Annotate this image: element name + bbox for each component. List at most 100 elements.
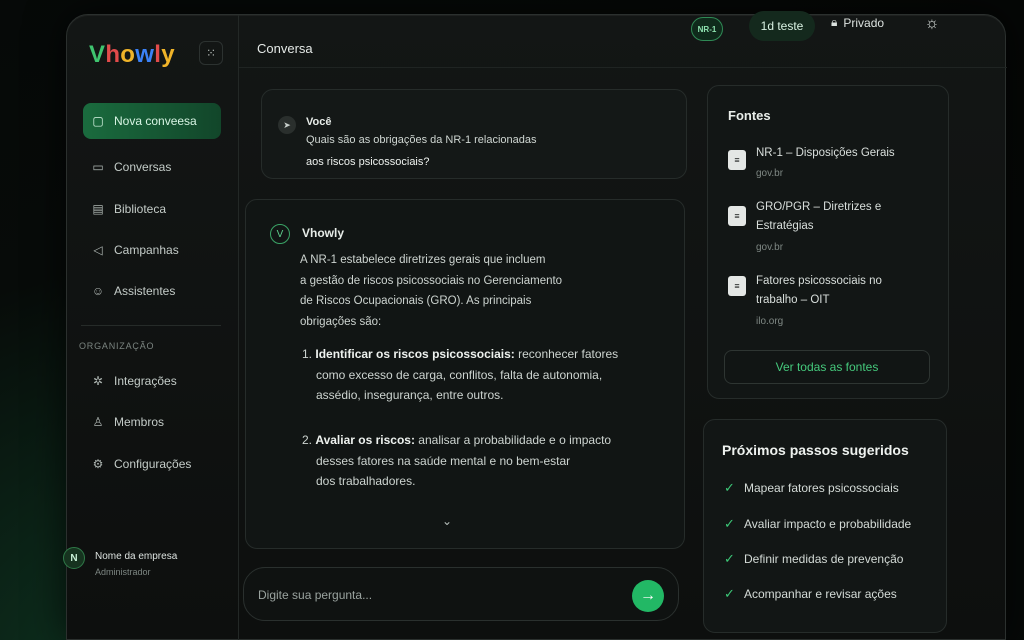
source-title-line: GRO/PGR – Diretrizes e — [756, 201, 882, 213]
sidebar-item-assistants[interactable]: ☺ Assistentes — [83, 273, 221, 309]
source-link[interactable]: Fatores psicossociais no trabalho – OIT — [756, 272, 936, 310]
list-item-line: como excesso de carga, conflitos, falta … — [316, 367, 603, 382]
next-step-item[interactable]: ✓ Definir medidas de prevenção — [724, 551, 903, 567]
collapse-sidebar-button[interactable]: ⁙ — [199, 41, 223, 65]
source-title-line: Estratégias — [756, 220, 814, 232]
next-step-label: Mapear fatores psicossociais — [744, 481, 899, 495]
logo-letter: y — [161, 41, 175, 68]
source-link[interactable]: GRO/PGR – Diretrizes e Estratégias — [756, 198, 936, 236]
list-number: 1. — [302, 347, 313, 361]
sidebar: Vhowly ⁙ ▢ Nova conveesa ▭ Conversas ▤ B… — [63, 15, 239, 640]
next-step-item[interactable]: ✓ Mapear fatores psicossociais — [724, 480, 899, 496]
sidebar-item-campaigns[interactable]: ◁ Campanhas — [83, 232, 221, 268]
document-icon: ▤ — [92, 202, 104, 216]
message-body: A NR-1 estabelece diretrizes gerais que … — [300, 250, 600, 332]
next-steps-panel: Próximos passos sugeridos ✓ Mapear fator… — [703, 419, 947, 633]
source-link[interactable]: NR-1 – Disposições Gerais — [756, 144, 936, 163]
message-author: Você — [306, 116, 332, 128]
logo-letter: V — [89, 41, 106, 68]
source-title-line: Fatores psicossociais no — [756, 275, 882, 287]
source-domain: gov.br — [756, 168, 784, 179]
sidebar-item-label: Assistentes — [114, 284, 176, 298]
document-icon: ≡ — [728, 150, 746, 170]
source-domain: gov.br — [756, 242, 784, 253]
sidebar-item-label: Campanhas — [114, 243, 179, 257]
assistant-icon: ☺ — [91, 284, 105, 298]
settings-icon: ⚙ — [92, 457, 104, 471]
sidebar-item-settings[interactable]: ⚙ Configurações — [83, 446, 221, 482]
privacy-toggle[interactable]: 🔒︎ Privado — [831, 15, 884, 30]
next-step-label: Avaliar impacto e probabilidade — [744, 517, 912, 531]
check-icon: ✓ — [724, 516, 735, 531]
theme-toggle-sun-icon[interactable]: ☼ — [919, 11, 945, 37]
check-icon: ✓ — [724, 586, 735, 601]
next-step-label: Acompanhar e revisar ações — [744, 587, 897, 601]
list-item: 1. Identificar os riscos psicossociais: … — [302, 344, 642, 406]
header-divider — [239, 67, 1007, 68]
page-title: Conversa — [257, 41, 313, 56]
assistant-message-card: V Vhowly A NR-1 estabelece diretrizes ge… — [245, 199, 685, 549]
logo-letter: l — [154, 41, 162, 68]
list-item-heading: Identificar os riscos psicossociais: — [315, 347, 515, 361]
next-step-item[interactable]: ✓ Avaliar impacto e probabilidade — [724, 516, 911, 532]
sidebar-item-label: Membros — [114, 415, 165, 429]
sidebar-item-conversations[interactable]: ▭ Conversas — [83, 149, 221, 185]
arrow-right-icon: → — [640, 587, 656, 604]
trial-pill[interactable]: 1d teste — [749, 11, 815, 41]
logo-letter: o — [120, 41, 136, 68]
list-item-line: desses fatores na saúde mental e no bem-… — [316, 453, 571, 468]
section-label-organization: ORGANIZAÇÃO — [79, 341, 155, 351]
list-item-text: reconhecer fatores — [514, 347, 619, 361]
sidebar-item-library[interactable]: ▤ Biblioteca — [83, 191, 221, 227]
user-role: Administrador — [95, 567, 151, 577]
vhowly-logo-icon: V — [270, 224, 290, 244]
message-text-line: a gestão de riscos psicossociais no Gere… — [300, 274, 563, 287]
nr1-badge[interactable]: NR-1 — [691, 17, 723, 41]
lock-icon: 🔒︎ — [831, 15, 838, 29]
sidebar-item-label: Nova conveesa — [114, 114, 197, 128]
list-item-line: 1. Identificar os riscos psicossociais: … — [302, 344, 642, 365]
send-arrow-icon: ➤ — [278, 116, 296, 134]
chat-input[interactable] — [258, 584, 618, 606]
logo: Vhowly — [89, 41, 175, 69]
source-domain: ilo.org — [756, 316, 784, 327]
sidebar-item-integrations[interactable]: ✲ Integrações — [83, 363, 221, 399]
view-all-sources-button[interactable]: Ver todas as fontes — [724, 350, 930, 384]
avatar[interactable]: N — [63, 547, 85, 569]
message-text-line: obrigações são: — [300, 315, 382, 328]
chat-icon: ▭ — [92, 160, 104, 174]
next-step-item[interactable]: ✓ Acompanhar e revisar ações — [724, 586, 897, 602]
chat-input-container: → — [243, 567, 679, 621]
sidebar-item-label: Biblioteca — [114, 202, 167, 216]
message-text-line: de Riscos Ocupacionais (GRO). As princip… — [300, 295, 532, 307]
list-item-heading: Avaliar os riscos: — [315, 433, 415, 447]
message-text-line: Quais são as obrigações da NR-1 relacion… — [306, 134, 537, 146]
message-text-line: A NR-1 estabelece diretrizes gerais que … — [300, 254, 546, 266]
list-item-text: analisar a probabilidade e o impacto — [414, 433, 612, 447]
sidebar-item-label: Integrações — [114, 374, 177, 388]
chevron-down-icon[interactable]: ⌄ — [442, 514, 452, 528]
message-text-line: aos riscos psicossociais? — [306, 156, 430, 168]
sources-panel: Fontes ≡ NR-1 – Disposições Gerais gov.b… — [707, 85, 949, 399]
list-item-line: dos trabalhadores. — [316, 474, 416, 488]
check-icon: ✓ — [724, 480, 735, 495]
sidebar-item-label: Configurações — [114, 457, 192, 471]
privacy-label: Privado — [843, 15, 885, 30]
new-chat-icon: ▢ — [92, 114, 104, 128]
send-button[interactable]: → — [632, 580, 664, 612]
sidebar-item-new-chat[interactable]: ▢ Nova conveesa — [83, 103, 221, 139]
next-steps-title: Próximos passos sugeridos — [722, 442, 909, 458]
sidebar-item-members[interactable]: ♙ Membros — [83, 404, 221, 440]
logo-letter: h — [105, 41, 121, 68]
check-icon: ✓ — [724, 551, 735, 566]
source-title-line: trabalho – OIT — [756, 294, 830, 306]
list-number: 2. — [302, 433, 313, 447]
integrations-icon: ✲ — [92, 374, 104, 388]
sidebar-divider — [81, 325, 221, 326]
list-item-line: assédio, insegurança, entre outros. — [316, 388, 504, 402]
list-item: 2. Avaliar os riscos: analisar a probabi… — [302, 430, 642, 492]
grid-icon: ⁙ — [205, 46, 217, 60]
message-author: Vhowly — [302, 226, 345, 240]
sidebar-item-label: Conversas — [114, 160, 172, 174]
megaphone-icon: ◁ — [93, 243, 103, 257]
